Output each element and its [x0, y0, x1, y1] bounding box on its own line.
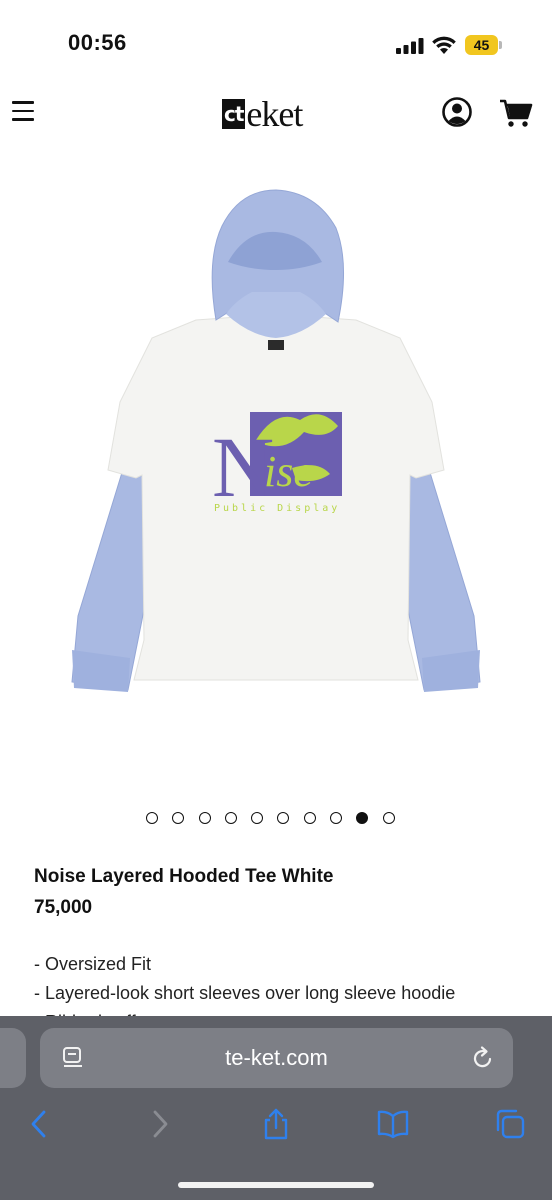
carousel-dot[interactable]	[224, 812, 237, 824]
carousel-dot[interactable]	[356, 812, 369, 824]
site-logo[interactable]: ct eket	[222, 94, 303, 134]
chevron-right-icon[interactable]	[144, 1108, 176, 1140]
book-icon[interactable]	[377, 1108, 409, 1140]
product-image[interactable]: N ise Public Display	[0, 170, 552, 790]
carousel-dots	[146, 812, 409, 826]
carousel-dot[interactable]	[172, 812, 185, 824]
address-bar[interactable]: te-ket.com	[40, 1028, 513, 1088]
logo-text: eket	[246, 94, 303, 134]
description-line: - Layered-look short sleeves over long s…	[34, 983, 456, 1003]
clock: 00:56	[68, 30, 127, 55]
logo-box: ct	[222, 99, 246, 129]
carousel-dot[interactable]	[277, 812, 290, 824]
print-word-ise: ise	[264, 447, 313, 496]
hamburger-icon[interactable]	[12, 101, 34, 123]
carousel-dot[interactable]	[303, 812, 316, 824]
carousel-dot[interactable]	[198, 812, 211, 824]
carousel-dot[interactable]	[146, 812, 158, 824]
carousel-dot[interactable]	[382, 812, 395, 824]
battery-icon: 45	[465, 35, 503, 55]
site-header: ct eket	[0, 84, 552, 144]
user-circle-icon[interactable]	[441, 96, 473, 128]
print-tagline: Public Display	[214, 503, 340, 514]
wifi-icon	[432, 36, 456, 54]
tabs-icon[interactable]	[494, 1108, 526, 1140]
share-icon[interactable]	[260, 1108, 292, 1140]
product-title: Noise Layered Hooded Tee White	[34, 866, 334, 887]
shopping-cart-icon[interactable]	[499, 98, 533, 128]
previous-tab-preview[interactable]	[0, 1028, 26, 1088]
product-price: 75,000	[34, 897, 93, 918]
carousel-dot[interactable]	[251, 812, 264, 824]
cellular-signal-icon	[396, 38, 424, 54]
chevron-left-icon[interactable]	[24, 1108, 56, 1140]
carousel-dot[interactable]	[330, 812, 343, 824]
status-bar: 00:56 45	[0, 0, 552, 80]
home-indicator	[178, 1182, 374, 1188]
description-line: - Oversized Fit	[34, 954, 152, 974]
battery-level: 45	[473, 37, 490, 53]
reload-icon[interactable]	[470, 1045, 496, 1071]
browser-toolbar: te-ket.com	[0, 1016, 552, 1200]
url-text: te-ket.com	[225, 1045, 328, 1070]
